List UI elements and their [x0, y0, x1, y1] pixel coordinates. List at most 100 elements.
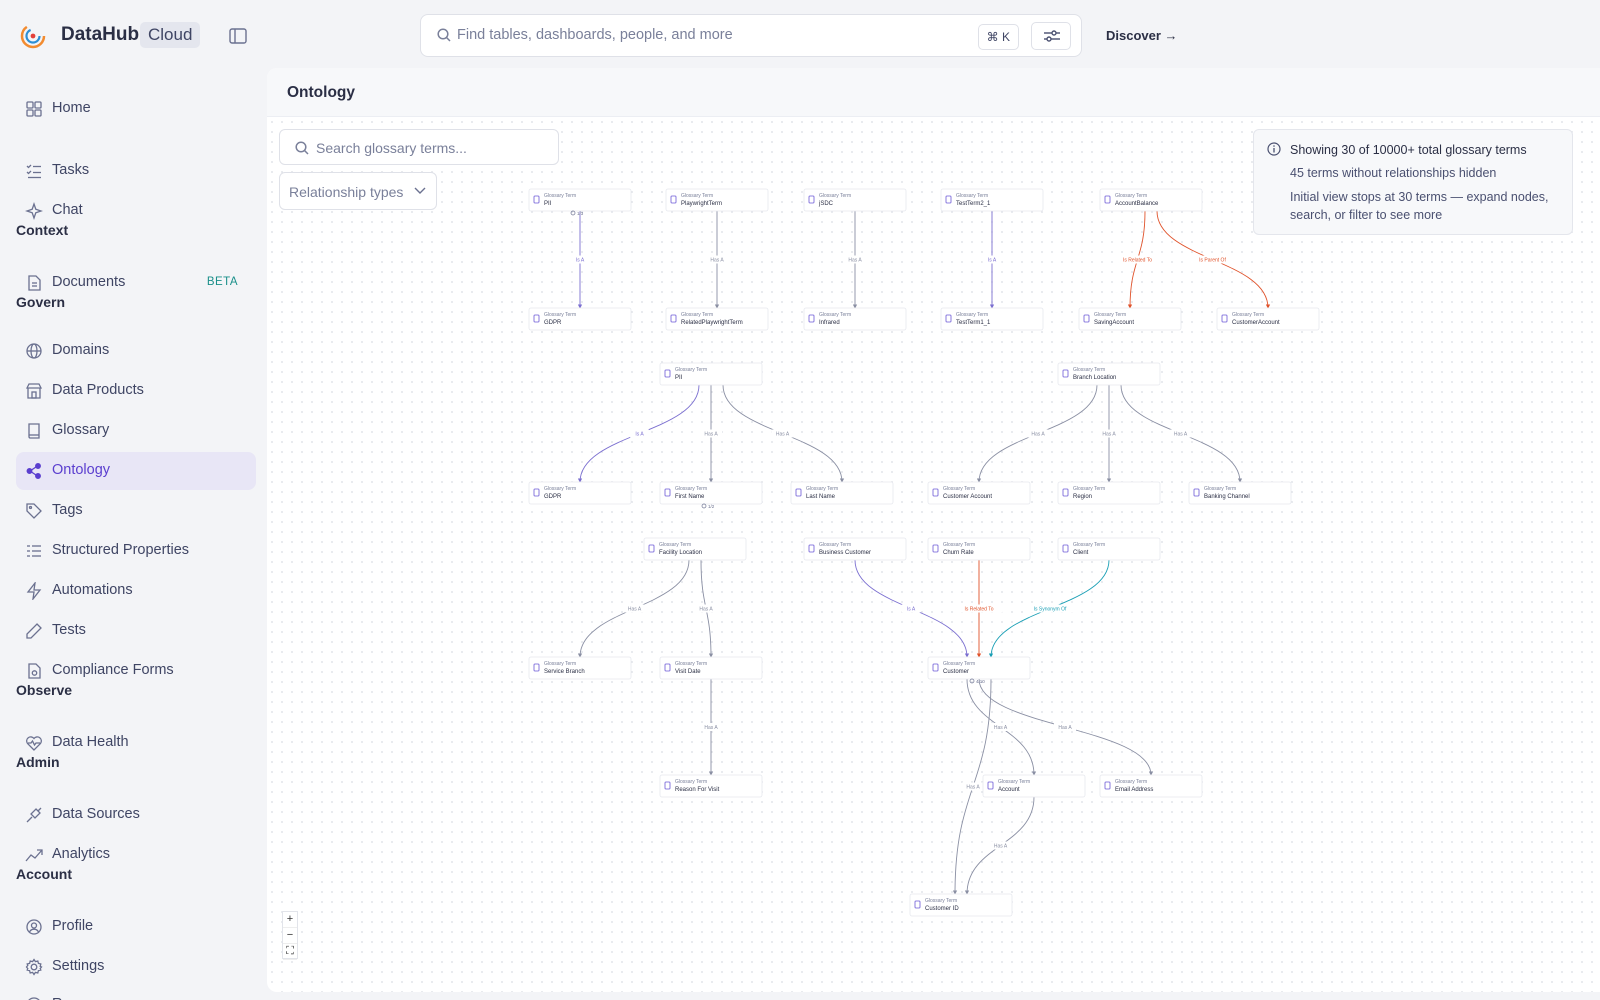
- node-type-label: Glossary Term: [681, 193, 713, 199]
- search-icon: [295, 141, 309, 155]
- ontology-graph[interactable]: Is A Has A Has A Is A Is Related To Is Parent…: [267, 117, 1600, 992]
- sidebar-item-data-products[interactable]: Data Products: [16, 372, 256, 410]
- relationship-edge[interactable]: Has A: [706, 210, 728, 309]
- glossary-term-node[interactable]: Glossary Term Business Customer: [803, 537, 907, 561]
- user-circle-icon: [26, 919, 42, 935]
- search-icon: [437, 28, 451, 42]
- glossary-term-node[interactable]: Glossary Term PlaywrightTerm: [665, 188, 769, 212]
- glossary-term-node[interactable]: Glossary Term GDPR: [528, 307, 632, 331]
- glossary-term-node[interactable]: Glossary Term TestTerm2_1: [940, 188, 1044, 212]
- relationship-edge[interactable]: Has A: [700, 679, 722, 776]
- glossary-term-node[interactable]: Glossary Term PII 1/3: [528, 188, 632, 216]
- sidebar-item-domains[interactable]: Domains: [16, 332, 256, 370]
- glossary-term-node[interactable]: Glossary Term GDPR: [528, 481, 632, 505]
- sidebar-item-ontology[interactable]: Ontology: [16, 452, 256, 490]
- node-type-label: Glossary Term: [943, 542, 975, 548]
- sidebar-item-settings[interactable]: Settings: [16, 948, 256, 986]
- zoom-in-button[interactable]: +: [283, 912, 297, 928]
- sidebar-item-profile[interactable]: Profile: [16, 908, 256, 946]
- relationship-edge[interactable]: Has A: [1120, 384, 1243, 483]
- glossary-term-node[interactable]: Glossary Term Last Name: [790, 481, 894, 505]
- sidebar-item-structured-properties[interactable]: Structured Properties: [16, 532, 256, 570]
- relationship-edge[interactable]: Has A: [964, 796, 1035, 895]
- glossary-search-input[interactable]: Search glossary terms...: [279, 129, 559, 165]
- node-term-name: First Name: [675, 494, 705, 500]
- glossary-term-node[interactable]: Glossary Term Visit Date: [659, 656, 763, 680]
- relationship-edge[interactable]: Has A: [722, 384, 845, 483]
- sidebar-item-label: Compliance Forms: [52, 662, 174, 678]
- zoom-out-button[interactable]: −: [283, 928, 297, 944]
- relationship-edge[interactable]: Is Related To: [1113, 210, 1162, 309]
- relationship-edge[interactable]: Has A: [1098, 384, 1120, 483]
- relationship-edge[interactable]: Is Parent Of: [1156, 210, 1271, 309]
- node-type-label: Glossary Term: [675, 779, 707, 785]
- node-term-name: Email Address: [1115, 787, 1153, 793]
- glossary-term-node[interactable]: Glossary Term Banking Channel: [1188, 481, 1292, 505]
- sidebar-item-resources[interactable]: Resources: [16, 986, 256, 1000]
- relationship-edge[interactable]: Has A: [577, 559, 690, 658]
- relationship-edge[interactable]: Has A: [966, 678, 1037, 776]
- gear-icon: [25, 958, 43, 976]
- edge-label: Is A: [576, 258, 585, 264]
- relationship-edge[interactable]: Is A: [854, 559, 970, 658]
- sidebar-item-tags[interactable]: Tags: [16, 492, 256, 530]
- glossary-term-node[interactable]: Glossary Term Service Branch: [528, 656, 632, 680]
- glossary-term-node[interactable]: Glossary Term Customer ID: [909, 893, 1013, 917]
- glossary-term-node[interactable]: Glossary Term TestTerm1_1: [940, 307, 1044, 331]
- glossary-term-node[interactable]: Glossary Term Reason For Visit: [659, 774, 763, 798]
- tasks-icon: [26, 164, 41, 179]
- relationship-edge[interactable]: Has A: [695, 559, 717, 658]
- glossary-term-node[interactable]: Glossary Term First Name1/2: [659, 481, 763, 509]
- fit-view-button[interactable]: ⛶: [283, 944, 297, 960]
- sidebar-item-label: Tags: [52, 502, 83, 518]
- relationship-edge[interactable]: Has A: [976, 384, 1098, 483]
- sidebar-item-label: Chat: [52, 202, 83, 218]
- glossary-term-node[interactable]: Glossary Term Infrared: [803, 307, 907, 331]
- node-type-label: Glossary Term: [1115, 193, 1147, 199]
- glossary-term-node[interactable]: Glossary Term CustomerAccount: [1216, 307, 1320, 331]
- node-type-label: Glossary Term: [1232, 312, 1264, 318]
- relationship-edge[interactable]: Is A: [570, 211, 590, 309]
- relationship-edge[interactable]: Is Synonym Of: [988, 559, 1110, 658]
- relationship-edge[interactable]: Is A: [577, 384, 700, 483]
- sidebar-item-label: Domains: [52, 342, 110, 358]
- relationship-edge[interactable]: Has A: [844, 210, 866, 309]
- page-title: Ontology: [287, 84, 356, 101]
- edge-label: Has A: [994, 844, 1008, 850]
- glossary-term-node[interactable]: Glossary Term SavingAccount: [1078, 307, 1182, 331]
- glossary-term-node[interactable]: Glossary Term Client: [1057, 537, 1161, 561]
- sidebar-item-home[interactable]: Home: [16, 90, 256, 128]
- glossary-term-node[interactable]: Glossary Term Churn Rate: [927, 537, 1031, 561]
- sidebar-item-automations[interactable]: Automations: [16, 572, 256, 610]
- relationship-edge[interactable]: Is A: [982, 210, 1002, 309]
- edge-label: Has A: [710, 258, 724, 264]
- glossary-term-node[interactable]: Glossary Term Email Address: [1099, 774, 1203, 798]
- glossary-term-node[interactable]: Glossary Term Customer 4/10: [927, 656, 1031, 684]
- glossary-term-node[interactable]: Glossary Term Customer Account: [927, 481, 1031, 505]
- relationship-types-dropdown[interactable]: Relationship types: [279, 172, 437, 210]
- global-search-input[interactable]: Find tables, dashboards, people, and mor…: [420, 14, 1082, 57]
- search-filter-button[interactable]: [1031, 22, 1071, 50]
- sidebar-item-glossary[interactable]: Glossary: [16, 412, 256, 450]
- glossary-term-node[interactable]: Glossary Term Region: [1057, 481, 1161, 505]
- glossary-term-node[interactable]: Glossary Term jSDC: [803, 188, 907, 212]
- glossary-term-node[interactable]: Glossary Term PII: [659, 362, 763, 386]
- node-type-label: Glossary Term: [925, 898, 957, 904]
- glossary-term-node[interactable]: Glossary Term RelatedPlaywrightTerm: [665, 307, 769, 331]
- discover-link[interactable]: Discover →: [1106, 28, 1178, 43]
- edge-label: Has A: [1031, 432, 1045, 438]
- expand-icon[interactable]: [570, 210, 576, 216]
- glossary-term-node[interactable]: Glossary Term AccountBalance: [1099, 188, 1203, 212]
- glossary-term-node[interactable]: Glossary Term Facility Location: [643, 537, 747, 561]
- sidebar-item-tests[interactable]: Tests: [16, 612, 256, 650]
- datahub-logo-icon[interactable]: [20, 23, 46, 49]
- sidebar-item-data-sources[interactable]: Data Sources: [16, 796, 256, 834]
- glossary-term-node[interactable]: Glossary Term Branch Location: [1057, 362, 1161, 386]
- ontology-canvas[interactable]: Is A Has A Has A Is A Is Related To Is Parent…: [267, 117, 1600, 992]
- sidebar-item-tasks[interactable]: Tasks: [16, 152, 256, 190]
- expand-icon[interactable]: [701, 503, 707, 509]
- glossary-term-node[interactable]: Glossary Term Account: [982, 774, 1086, 798]
- expand-icon[interactable]: [969, 678, 975, 684]
- sidebar-toggle-icon[interactable]: [229, 28, 247, 44]
- relationship-edge[interactable]: Has A: [700, 385, 722, 483]
